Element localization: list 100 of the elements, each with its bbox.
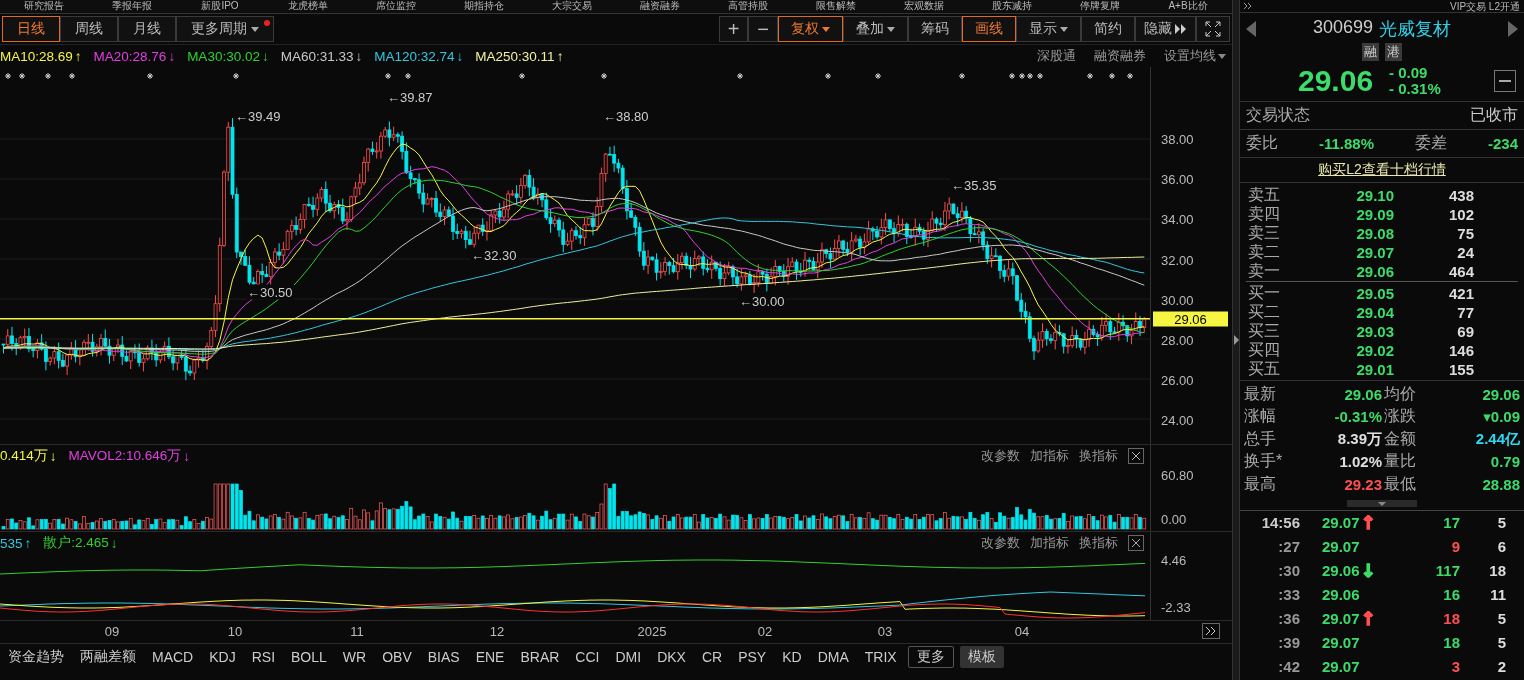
order-price: 29.08 xyxy=(1355,225,1394,242)
indicator-tab[interactable]: BRAR xyxy=(512,646,568,668)
event-marker-icon[interactable] xyxy=(736,72,744,80)
close-icon[interactable] xyxy=(1128,535,1144,551)
zoom-in-button[interactable]: + xyxy=(718,16,749,42)
next-arrow-icon[interactable] xyxy=(1508,21,1518,37)
toolbar-button[interactable]: 画线 xyxy=(962,16,1016,42)
toolbar-button[interactable]: 显示 xyxy=(1016,16,1081,42)
nav-menu-item[interactable]: 期指持仓 xyxy=(440,0,528,13)
event-marker-icon[interactable] xyxy=(44,72,52,80)
chart-link[interactable]: 融资融券 xyxy=(1094,47,1146,65)
pane-action-link[interactable]: 加指标 xyxy=(1030,447,1069,465)
previous-arrow-icon[interactable] xyxy=(1246,21,1256,37)
event-marker-icon[interactable] xyxy=(1108,72,1116,80)
percent-change: - 0.31% xyxy=(1389,81,1441,97)
event-marker-icon[interactable] xyxy=(1086,72,1094,80)
indicator-tab[interactable]: PSY xyxy=(730,646,775,668)
axis-tick-label: -2.33 xyxy=(1161,599,1191,615)
event-marker-icon[interactable] xyxy=(874,72,882,80)
scroll-right-icon[interactable] xyxy=(1202,623,1220,639)
tick-price: 29.07 xyxy=(1322,514,1360,531)
nav-menu-item[interactable]: 新股IPO xyxy=(176,0,264,13)
zoom-out-button[interactable]: − xyxy=(748,16,778,42)
event-marker-icon[interactable] xyxy=(4,72,12,80)
indicator-tab[interactable]: DMA xyxy=(809,646,857,668)
nav-menu-item[interactable]: 限售解禁 xyxy=(792,0,880,13)
event-marker-icon[interactable] xyxy=(1026,72,1034,80)
indicator-tab[interactable]: ENE xyxy=(467,646,513,668)
indicator-tab[interactable]: WR xyxy=(334,646,375,668)
nav-menu-item[interactable]: 席位监控 xyxy=(352,0,440,13)
vip-trade-link[interactable]: VIP交易 L2开通 xyxy=(1449,0,1520,12)
event-marker-icon[interactable] xyxy=(1036,72,1044,80)
period-tab[interactable]: 更多周期 xyxy=(176,16,274,42)
nav-menu-item[interactable]: 融资融券 xyxy=(616,0,704,13)
nav-menu-item[interactable]: 季报年报 xyxy=(88,0,176,13)
order-volume: 155 xyxy=(1447,361,1474,378)
l2-upgrade-link[interactable]: 购买L2查看十档行情 xyxy=(1240,158,1524,183)
indicator-tab[interactable]: BOLL xyxy=(283,646,335,668)
ratio-label: 委比 xyxy=(1246,133,1278,153)
order-volume: 24 xyxy=(1456,244,1474,261)
order-price: 29.05 xyxy=(1355,285,1394,302)
event-marker-icon[interactable] xyxy=(18,72,26,80)
nav-menu-item[interactable]: 大宗交易 xyxy=(528,0,616,13)
toolbar-button[interactable]: 筹码 xyxy=(908,16,962,42)
indicator-tab[interactable]: RSI xyxy=(243,646,284,668)
event-marker-icon[interactable] xyxy=(384,72,392,80)
event-marker-icon[interactable] xyxy=(518,72,526,80)
nav-menu-item[interactable]: 龙虎榜单 xyxy=(264,0,352,13)
hide-button[interactable]: 隐藏 xyxy=(1135,16,1196,42)
indicator-tab[interactable]: 两融差额 xyxy=(72,646,144,668)
period-tab[interactable]: 月线 xyxy=(118,16,176,42)
event-marker-icon[interactable] xyxy=(1008,72,1016,80)
event-marker-icon[interactable] xyxy=(958,72,966,80)
close-icon[interactable] xyxy=(1128,448,1144,464)
indicator-tab[interactable]: MACD xyxy=(144,646,202,668)
pane-action-link[interactable]: 改参数 xyxy=(981,534,1020,552)
pane-action-link[interactable]: 加指标 xyxy=(1030,534,1069,552)
nav-menu-item[interactable]: 宏观数据 xyxy=(880,0,968,13)
indicator-tab[interactable]: TRIX xyxy=(856,646,905,668)
nav-menu-item[interactable]: 停牌复牌 xyxy=(1056,0,1144,13)
indicator-tab[interactable]: DKX xyxy=(649,646,694,668)
period-tab[interactable]: 周线 xyxy=(60,16,118,42)
nav-menu-item[interactable]: 股东减持 xyxy=(968,0,1056,13)
indicator-tab[interactable]: DMI xyxy=(607,646,650,668)
event-marker-icon[interactable] xyxy=(824,72,832,80)
tick-volume: 18 xyxy=(1442,634,1460,651)
indicator-tab[interactable]: OBV xyxy=(374,646,420,668)
indicator-tab[interactable]: 资金趋势 xyxy=(0,646,72,668)
pane-action-link[interactable]: 换指标 xyxy=(1079,447,1118,465)
indicator-tab[interactable]: BIAS xyxy=(419,646,468,668)
double-chevron-icon[interactable] xyxy=(1244,2,1252,10)
indicator-tab[interactable]: CR xyxy=(693,646,731,668)
chart-link[interactable]: 深股通 xyxy=(1037,47,1076,65)
indicator-tab[interactable]: KDJ xyxy=(201,646,244,668)
tick-count: 11 xyxy=(1489,586,1506,603)
expand-arrow-icon[interactable] xyxy=(1233,335,1239,345)
more-button[interactable]: 更多 xyxy=(907,646,954,668)
event-marker-icon[interactable] xyxy=(146,72,154,80)
indicator-tab[interactable]: CCI xyxy=(567,646,608,668)
event-marker-icon[interactable] xyxy=(1126,72,1134,80)
event-marker-icon[interactable] xyxy=(404,72,412,80)
pane-action-link[interactable]: 换指标 xyxy=(1079,534,1118,552)
indicator-tab[interactable]: KD xyxy=(774,646,810,668)
nav-menu-item[interactable]: A+B比价 xyxy=(1144,0,1232,13)
event-marker-icon[interactable] xyxy=(232,72,240,80)
chart-link[interactable]: 设置均线 xyxy=(1164,47,1226,65)
period-tab[interactable]: 日线 xyxy=(2,16,60,42)
template-button[interactable]: 模板 xyxy=(959,646,1004,668)
event-marker-icon[interactable] xyxy=(68,72,76,80)
fullscreen-button[interactable] xyxy=(1196,16,1230,42)
toolbar-button[interactable]: 叠加 xyxy=(843,16,908,42)
pane-action-link[interactable]: 改参数 xyxy=(981,447,1020,465)
nav-menu-item[interactable]: 高管持股 xyxy=(704,0,792,13)
nav-menu-item[interactable]: 研究报告 xyxy=(0,0,88,13)
event-marker-icon[interactable] xyxy=(1018,72,1026,80)
event-marker-icon[interactable] xyxy=(600,72,608,80)
expand-handle[interactable] xyxy=(1347,500,1417,507)
toolbar-button[interactable]: 复权 xyxy=(778,16,843,42)
collapse-button[interactable] xyxy=(1494,70,1516,92)
toolbar-button[interactable]: 简约 xyxy=(1081,16,1135,42)
